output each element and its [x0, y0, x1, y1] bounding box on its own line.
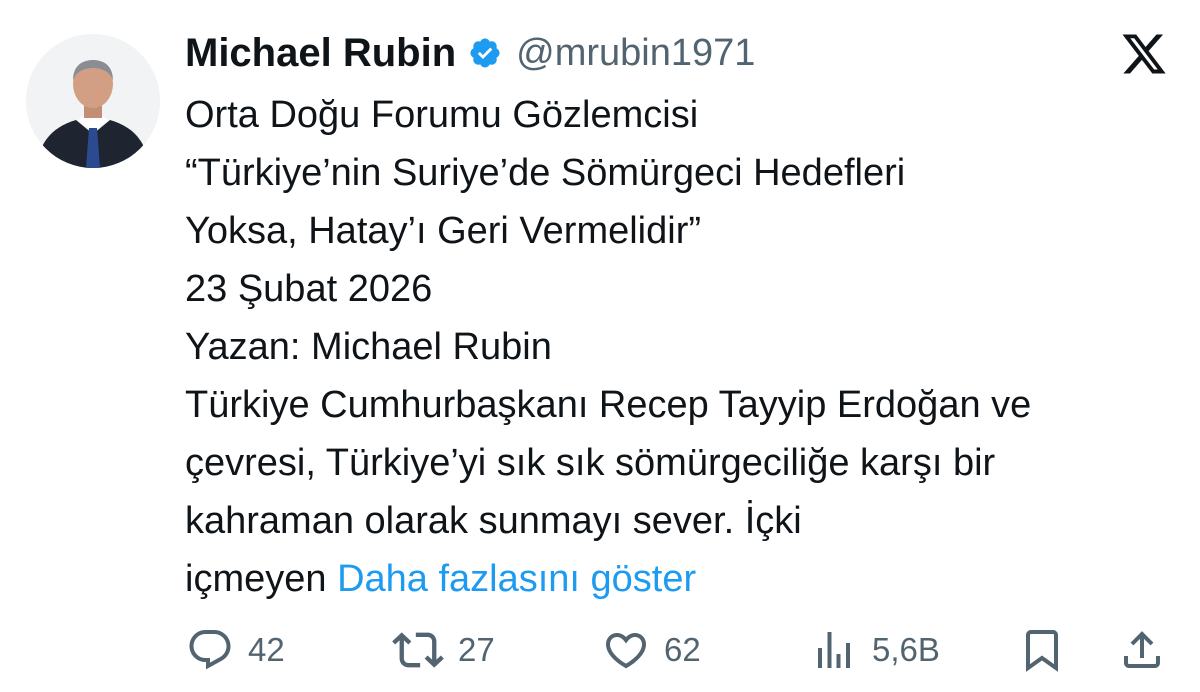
author-handle[interactable]: @mrubin1971: [516, 32, 755, 75]
repost-icon: [392, 632, 444, 668]
tweet-line-last: içmeyen Daha fazlasını göster: [185, 550, 1185, 608]
tweet-line: “Türkiye’nin Suriye’de Sömürgeci Hedefle…: [185, 152, 906, 194]
tweet-text: Orta Doğu Forumu Gözlemcisi “Türkiye’nin…: [185, 86, 1185, 608]
like-count: 62: [664, 631, 701, 668]
heart-icon: [605, 633, 647, 669]
share-button[interactable]: [1118, 620, 1166, 680]
tweet-line: Orta Doğu Forumu Gözlemcisi: [185, 94, 699, 136]
bookmark-button[interactable]: [1018, 620, 1066, 680]
reply-count: 42: [248, 631, 285, 668]
tweet-line-start: içmeyen: [185, 558, 327, 600]
tweet-line: kahraman olarak sunmayı sever. İçki: [185, 500, 802, 542]
reply-icon: [189, 630, 231, 670]
author-name[interactable]: Michael Rubin: [185, 31, 456, 76]
reply-button[interactable]: 42: [186, 620, 285, 680]
views-chart-icon: [818, 632, 850, 668]
repost-button[interactable]: 27: [392, 620, 495, 680]
views-count: 5,6B: [872, 631, 940, 668]
show-more-link[interactable]: Daha fazlasını göster: [337, 558, 696, 600]
action-bar: 42 27 62 5,6B: [0, 620, 1200, 680]
views-button[interactable]: 5,6B: [810, 620, 940, 680]
tweet-line: 23 Şubat 2026: [185, 268, 433, 310]
x-logo-icon[interactable]: [1119, 30, 1169, 78]
avatar[interactable]: [26, 34, 160, 168]
profile-photo: [26, 34, 160, 168]
verified-badge-icon: [468, 36, 502, 70]
tweet-line: çevresi, Türkiye’yi sık sık sömürgeciliğ…: [185, 442, 996, 484]
like-button[interactable]: 62: [602, 620, 701, 680]
tweet-line: Türkiye Cumhurbaşkanı Recep Tayyip Erdoğ…: [185, 384, 1032, 426]
repost-count: 27: [458, 631, 495, 668]
tweet-header: Michael Rubin @mrubin1971: [185, 24, 755, 82]
share-icon: [1124, 631, 1160, 668]
bookmark-icon: [1026, 630, 1058, 672]
tweet-line: Yoksa, Hatay’ı Geri Vermelidir”: [185, 210, 702, 252]
tweet-line: Yazan: Michael Rubin: [185, 326, 552, 368]
